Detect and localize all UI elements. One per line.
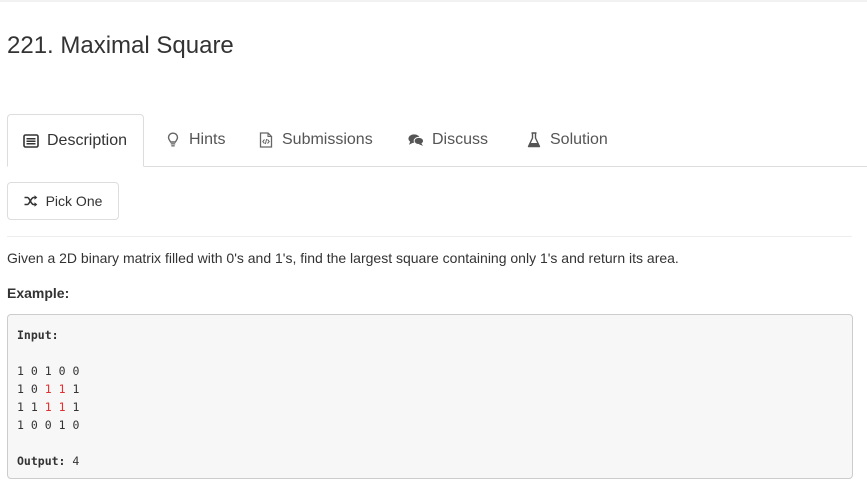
description-icon: [23, 133, 39, 149]
matrix-cell: 1: [17, 364, 24, 378]
matrix-cell: 1: [58, 382, 66, 396]
matrix-cell: 0: [30, 418, 38, 432]
matrix-cell: 0: [44, 418, 52, 432]
comments-icon: [408, 132, 424, 148]
input-matrix: 1 0 1 0 01 0 1 1 11 1 1 1 11 0 0 1 0: [17, 362, 843, 434]
matrix-cell: 0: [72, 418, 80, 432]
matrix-cell: 1: [72, 382, 80, 396]
tab-submissions-label: Submissions: [282, 131, 373, 148]
pick-one-button[interactable]: Pick One: [7, 182, 119, 220]
output-line: Output: 4: [17, 452, 843, 470]
tab-bar: Description Hints Submissions Discuss So…: [7, 114, 867, 167]
tab-hints-label: Hints: [189, 131, 226, 148]
pick-one-label: Pick One: [45, 193, 103, 209]
tab-description[interactable]: Description: [7, 114, 145, 167]
tab-solution[interactable]: Solution: [526, 114, 608, 166]
example-heading: Example:: [7, 285, 70, 301]
output-label: Output:: [17, 454, 66, 468]
page-title: 221. Maximal Square: [7, 32, 234, 59]
matrix-cell: 0: [58, 364, 66, 378]
matrix-cell: 0: [30, 364, 38, 378]
top-border: [0, 0, 867, 2]
matrix-cell: 1: [17, 400, 24, 414]
problem-description: Given a 2D binary matrix filled with 0's…: [7, 250, 679, 266]
flask-icon: [526, 132, 542, 148]
matrix-cell: 1: [44, 400, 52, 414]
matrix-row: 1 0 0 1 0: [17, 416, 843, 434]
matrix-cell: 1: [44, 382, 52, 396]
matrix-cell: 1: [58, 418, 66, 432]
tab-discuss-label: Discuss: [432, 131, 489, 148]
matrix-cell: 1: [72, 400, 80, 414]
matrix-cell: 0: [72, 364, 80, 378]
divider: [7, 236, 852, 237]
lightbulb-icon: [165, 132, 181, 148]
matrix-row: 1 0 1 0 0: [17, 362, 843, 380]
tab-hints[interactable]: Hints: [165, 114, 225, 166]
matrix-row: 1 0 1 1 1: [17, 380, 843, 398]
example-code-block: Input: 1 0 1 0 01 0 1 1 11 1 1 1 11 0 0 …: [7, 314, 853, 479]
matrix-cell: 1: [58, 400, 66, 414]
tab-submissions[interactable]: Submissions: [258, 114, 373, 166]
output-value: 4: [72, 454, 80, 468]
matrix-cell: 1: [17, 418, 24, 432]
matrix-row: 1 1 1 1 1: [17, 398, 843, 416]
matrix-cell: 0: [30, 382, 38, 396]
code-file-icon: [258, 132, 274, 148]
matrix-cell: 1: [44, 364, 52, 378]
matrix-cell: 1: [30, 400, 38, 414]
tab-description-label: Description: [47, 131, 128, 149]
matrix-cell: 1: [17, 382, 24, 396]
input-label: Input:: [17, 328, 59, 342]
tab-discuss[interactable]: Discuss: [408, 114, 488, 166]
shuffle-icon: [24, 195, 38, 207]
tab-solution-label: Solution: [550, 131, 608, 148]
